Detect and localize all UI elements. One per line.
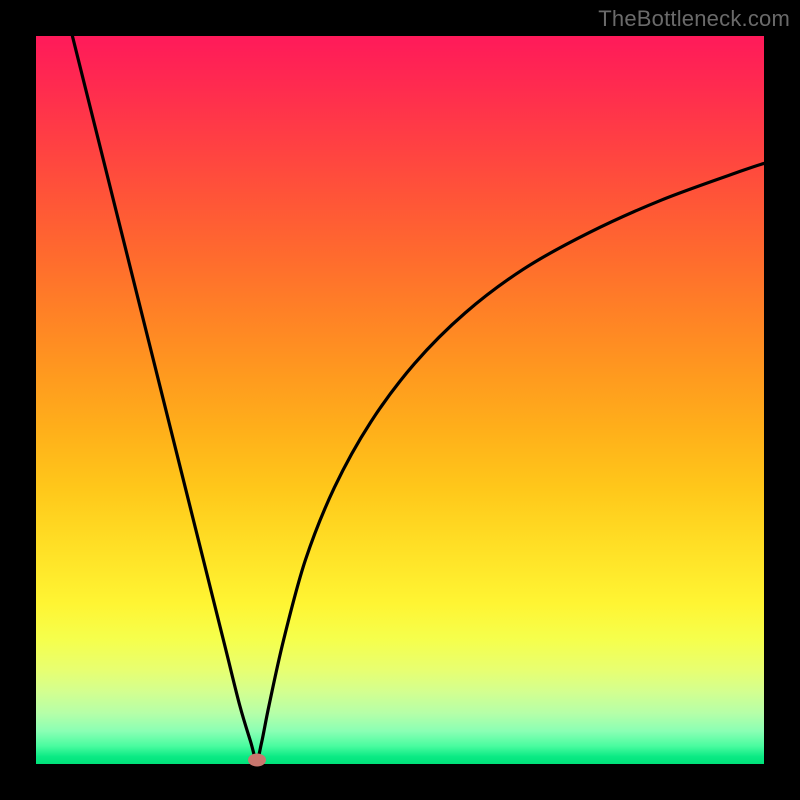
plot-area [36,36,764,764]
minimum-marker [248,754,266,767]
bottleneck-curve [36,36,764,764]
chart-frame: TheBottleneck.com [0,0,800,800]
watermark-text: TheBottleneck.com [598,6,790,32]
